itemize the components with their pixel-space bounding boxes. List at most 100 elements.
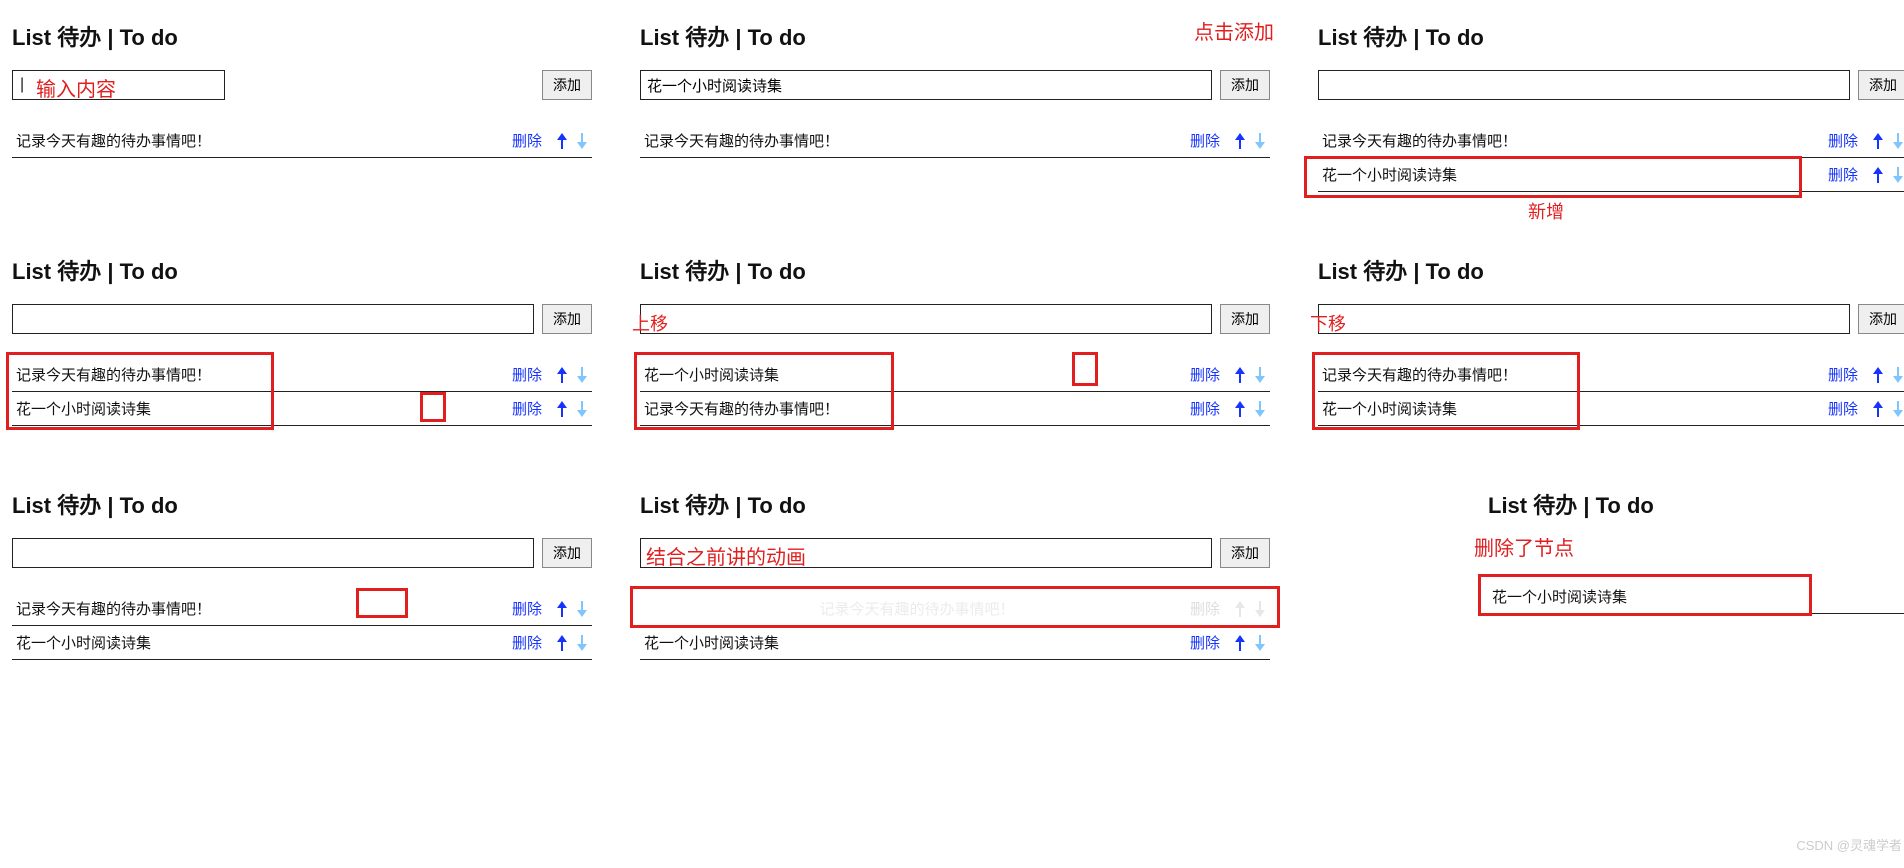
arrow-down-icon[interactable] — [572, 598, 592, 620]
todo-input[interactable] — [12, 70, 225, 100]
list-item: 花一个小时阅读诗集 删除 — [640, 358, 1270, 392]
list-item: 记录今天有趣的待办事情吧！ 删除 — [12, 358, 592, 392]
arrow-up-icon[interactable] — [1868, 398, 1888, 420]
item-text: 记录今天有趣的待办事情吧！ — [12, 364, 512, 385]
item-text: 记录今天有趣的待办事情吧！ — [1318, 130, 1828, 151]
panel-5: List 待办 | To do 添加 上移 花一个小时阅读诗集 删除 记录今天有… — [636, 242, 1274, 436]
item-text: 花一个小时阅读诗集 — [1488, 586, 1904, 607]
delete-link[interactable]: 删除 — [1828, 364, 1858, 385]
item-text: 花一个小时阅读诗集 — [12, 398, 512, 419]
arrow-down-icon[interactable] — [1888, 364, 1904, 386]
delete-link[interactable]: 删除 — [1828, 164, 1858, 185]
arrow-down-icon[interactable] — [572, 130, 592, 152]
list-item: 记录今天有趣的待办事情吧！ 删除 — [640, 124, 1270, 158]
delete-link[interactable]: 删除 — [1190, 130, 1220, 151]
add-button[interactable]: 添加 — [1858, 304, 1904, 334]
todo-input[interactable] — [640, 70, 1212, 100]
list-item: 记录今天有趣的待办事情吧！ 删除 — [640, 392, 1270, 426]
add-button[interactable]: 添加 — [1220, 538, 1270, 568]
delete-link[interactable]: 删除 — [512, 632, 542, 653]
panel-6: List 待办 | To do 添加 下移 记录今天有趣的待办事情吧！ 删除 花… — [1314, 242, 1904, 436]
todo-input[interactable] — [1318, 70, 1850, 100]
arrow-up-icon[interactable] — [1868, 164, 1888, 186]
item-text: 花一个小时阅读诗集 — [12, 632, 512, 653]
item-text: 记录今天有趣的待办事情吧！ — [640, 398, 1190, 419]
delete-link[interactable]: 删除 — [512, 364, 542, 385]
add-button[interactable]: 添加 — [542, 304, 592, 334]
list-item: 花一个小时阅读诗集 删除 — [12, 626, 592, 660]
list-item: 花一个小时阅读诗集 删除 — [640, 626, 1270, 660]
arrow-down-icon[interactable] — [1250, 364, 1270, 386]
arrow-up-icon[interactable] — [1230, 130, 1250, 152]
arrow-up-icon[interactable] — [552, 130, 572, 152]
list-item: 花一个小时阅读诗集 删除 — [1488, 580, 1904, 614]
arrow-down-icon[interactable] — [1888, 164, 1904, 186]
arrow-up-icon[interactable] — [1868, 364, 1888, 386]
page-title: List 待办 | To do — [12, 488, 592, 520]
arrow-down-icon[interactable] — [1888, 398, 1904, 420]
delete-link[interactable]: 删除 — [512, 398, 542, 419]
page-title: List 待办 | To do — [1318, 254, 1904, 286]
arrow-down-icon[interactable] — [572, 364, 592, 386]
list-item: 花一个小时阅读诗集 删除 — [1318, 392, 1904, 426]
arrow-up-icon[interactable] — [1230, 632, 1250, 654]
page-title: List 待办 | To do — [640, 254, 1270, 286]
page-title: List 待办 | To do — [1318, 20, 1904, 52]
panel-3: List 待办 | To do 添加 记录今天有趣的待办事情吧！ 删除 花一个小… — [1314, 8, 1904, 202]
delete-link[interactable]: 删除 — [512, 130, 542, 151]
todo-input[interactable] — [640, 538, 1212, 568]
delete-link[interactable]: 删除 — [1828, 130, 1858, 151]
arrow-up-icon[interactable] — [552, 398, 572, 420]
todo-input[interactable] — [640, 304, 1212, 334]
todo-input[interactable] — [1318, 304, 1850, 334]
item-text: 记录今天有趣的待办事情吧！ — [12, 130, 512, 151]
add-button[interactable]: 添加 — [542, 538, 592, 568]
arrow-down-icon[interactable] — [1250, 632, 1270, 654]
page-title: List 待办 | To do — [12, 254, 592, 286]
anno-deleted: 删除了节点 — [1474, 532, 1574, 561]
delete-link[interactable]: 删除 — [1190, 598, 1220, 619]
delete-link[interactable]: 删除 — [1190, 364, 1220, 385]
arrow-down-icon[interactable] — [1888, 130, 1904, 152]
panel-8: List 待办 | To do 结合之前讲的动画 添加 记录今天有趣的待办事情吧… — [636, 476, 1274, 670]
page-title: List 待办 | To do — [12, 20, 592, 52]
list-item: 记录今天有趣的待办事情吧！ 删除 — [1318, 124, 1904, 158]
arrow-down-icon[interactable] — [1250, 598, 1270, 620]
arrow-up-icon[interactable] — [1230, 364, 1250, 386]
add-button[interactable]: 添加 — [1858, 70, 1904, 100]
todo-input[interactable] — [12, 538, 534, 568]
add-button[interactable]: 添加 — [1220, 304, 1270, 334]
list-item: 花一个小时阅读诗集 删除 — [12, 392, 592, 426]
arrow-down-icon[interactable] — [1250, 130, 1270, 152]
item-text: 花一个小时阅读诗集 — [640, 632, 1190, 653]
list-item: 记录今天有趣的待办事情吧！ 删除 — [12, 124, 592, 158]
item-text: 记录今天有趣的待办事情吧！ — [640, 130, 1190, 151]
panel-9: List 待办 | To do 删除了节点 花一个小时阅读诗集 删除 — [1314, 476, 1904, 670]
item-text: 花一个小时阅读诗集 — [640, 364, 1190, 385]
delete-link[interactable]: 删除 — [1828, 398, 1858, 419]
page-title: List 待办 | To do — [640, 488, 1270, 520]
item-text: 记录今天有趣的待办事情吧！ — [640, 598, 1190, 619]
add-button[interactable]: 添加 — [1220, 70, 1270, 100]
arrow-down-icon[interactable] — [572, 632, 592, 654]
todo-input[interactable] — [12, 304, 534, 334]
delete-link[interactable]: 删除 — [1190, 632, 1220, 653]
arrow-up-icon[interactable] — [1868, 130, 1888, 152]
add-button[interactable]: 添加 — [542, 70, 592, 100]
panel-4: List 待办 | To do 添加 记录今天有趣的待办事情吧！ 删除 花一个小… — [8, 242, 596, 436]
panel-7: List 待办 | To do 添加 记录今天有趣的待办事情吧！ 删除 花一个小… — [8, 476, 596, 670]
arrow-up-icon[interactable] — [552, 598, 572, 620]
page-title: List 待办 | To do — [640, 20, 1270, 52]
item-text: 花一个小时阅读诗集 — [1318, 398, 1828, 419]
arrow-up-icon[interactable] — [552, 364, 572, 386]
arrow-down-icon[interactable] — [1250, 398, 1270, 420]
arrow-down-icon[interactable] — [572, 398, 592, 420]
list-item: 记录今天有趣的待办事情吧！ 删除 — [1318, 358, 1904, 392]
delete-link[interactable]: 删除 — [1190, 398, 1220, 419]
panel-1: List 待办 | To do | 输入内容 添加 记录今天有趣的待办事情吧！ … — [8, 8, 596, 202]
arrow-up-icon[interactable] — [552, 632, 572, 654]
item-text: 花一个小时阅读诗集 — [1318, 164, 1828, 185]
delete-link[interactable]: 删除 — [512, 598, 542, 619]
arrow-up-icon[interactable] — [1230, 398, 1250, 420]
arrow-up-icon[interactable] — [1230, 598, 1250, 620]
